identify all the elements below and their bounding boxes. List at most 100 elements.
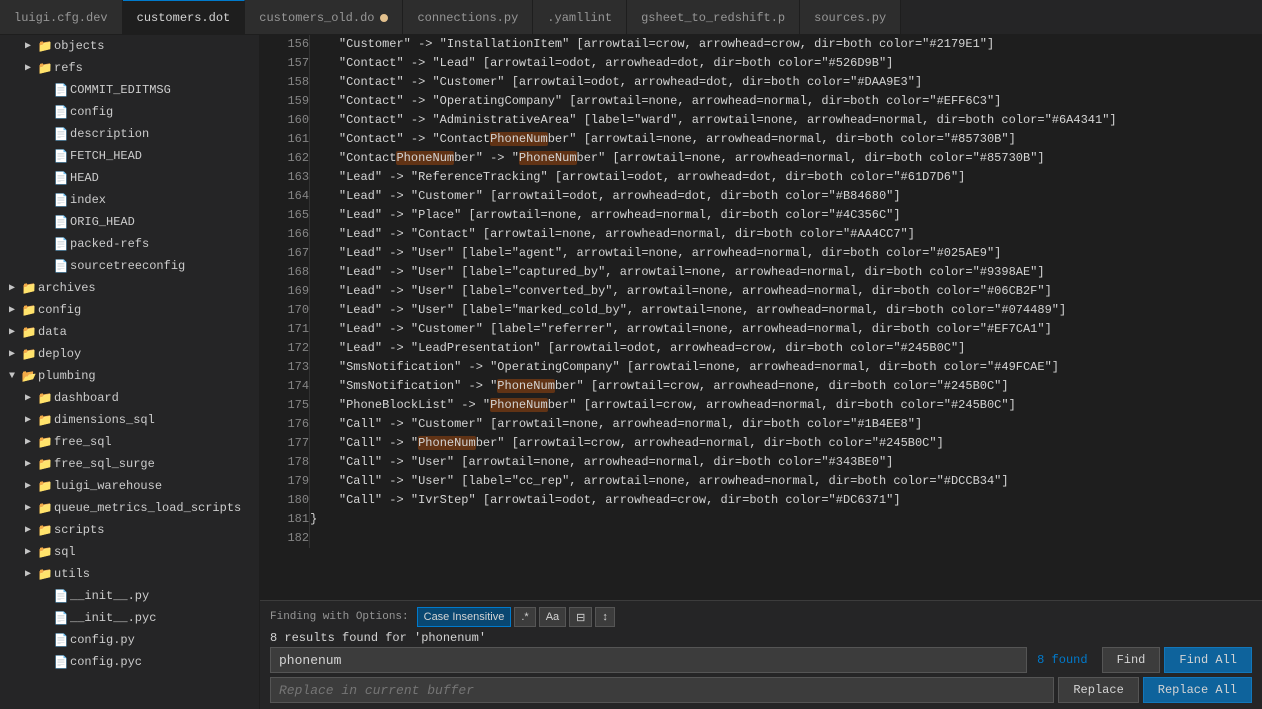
file-icon: 📄 [52,83,70,98]
sidebar-item-fetch-head[interactable]: 📄 FETCH_HEAD [0,145,259,167]
sidebar-item-packed-refs[interactable]: 📄 packed-refs [0,233,259,255]
line-number: 161 [260,130,310,149]
sidebar-item-config-pyc[interactable]: 📄 config.pyc [0,651,259,673]
table-row: 177 "Call" -> "PhoneNumber" [arrowtail=c… [260,434,1262,453]
line-content: "SmsNotification" -> "OperatingCompany" … [310,358,1262,377]
table-row: 165 "Lead" -> "Place" [arrowtail=none, a… [260,206,1262,225]
line-content: "Lead" -> "User" [label="converted_by", … [310,282,1262,301]
sidebar-item-label: refs [54,61,83,75]
sidebar-item-data[interactable]: ▶ 📁 data [0,321,259,343]
sidebar-item-commit-editmsg[interactable]: 📄 COMMIT_EDITMSG [0,79,259,101]
sidebar-item-luigi-warehouse[interactable]: ▶ 📁 luigi_warehouse [0,475,259,497]
code-container[interactable]: 156 "Customer" -> "InstallationItem" [ar… [260,35,1262,600]
sidebar-item-objects[interactable]: ▶ 📁 objects [0,35,259,57]
sidebar-item-utils[interactable]: ▶ 📁 utils [0,563,259,585]
folder-icon: 📁 [36,501,54,516]
sidebar-item-orig-head[interactable]: 📄 ORIG_HEAD [0,211,259,233]
sidebar-item-init-py[interactable]: 📄 __init__.py [0,585,259,607]
tab-label: gsheet_to_redshift.p [641,11,785,25]
sidebar-item-head[interactable]: 📄 HEAD [0,167,259,189]
option-whole-btn[interactable]: ⊟ [569,607,592,627]
replace-all-button[interactable]: Replace All [1143,677,1252,703]
sidebar-item-sourcetreeconfig[interactable]: 📄 sourcetreeconfig [0,255,259,277]
sidebar-item-label: sql [54,545,76,559]
line-content: "Lead" -> "Customer" [label="referrer", … [310,320,1262,339]
table-row: 178 "Call" -> "User" [arrowtail=none, ar… [260,453,1262,472]
sidebar-item-index[interactable]: 📄 index [0,189,259,211]
table-row: 182 [260,529,1262,548]
sidebar-item-label: objects [54,39,104,53]
chevron-right-icon: ▶ [20,458,36,470]
sidebar-item-label: HEAD [70,171,99,185]
search-input[interactable] [270,647,1027,673]
sidebar-item-refs[interactable]: ▶ 📁 refs [0,57,259,79]
line-content: "ContactPhoneNumber" -> "PhoneNumber" [a… [310,149,1262,168]
line-content: "Call" -> "Customer" [arrowtail=none, ar… [310,415,1262,434]
replace-input[interactable] [270,677,1054,703]
tab-gsheet[interactable]: gsheet_to_redshift.p [627,0,800,35]
line-number: 170 [260,301,310,320]
line-content: "Call" -> "PhoneNumber" [arrowtail=crow,… [310,434,1262,453]
folder-icon: 📁 [20,325,38,340]
tab-luigi-cfg[interactable]: luigi.cfg.dev [0,0,123,35]
sidebar-item-free-sql-surge[interactable]: ▶ 📁 free_sql_surge [0,453,259,475]
tab-customers-old[interactable]: customers_old.do [245,0,403,35]
tab-sources[interactable]: sources.py [800,0,901,35]
sidebar-item-free-sql[interactable]: ▶ 📁 free_sql [0,431,259,453]
sidebar-item-label: scripts [54,523,104,537]
folder-icon: 📁 [36,523,54,538]
sidebar-item-deploy[interactable]: ▶ 📁 deploy [0,343,259,365]
tab-customers-dot[interactable]: customers.dot [123,0,246,35]
line-content: "Contact" -> "ContactPhoneNumber" [arrow… [310,130,1262,149]
sidebar-item-dashboard[interactable]: ▶ 📁 dashboard [0,387,259,409]
sidebar-item-label: config.pyc [70,655,142,669]
table-row: 172 "Lead" -> "LeadPresentation" [arrowt… [260,339,1262,358]
sidebar-item-config-py[interactable]: 📄 config.py [0,629,259,651]
option-regex-btn[interactable]: .* [514,607,535,627]
line-number: 182 [260,529,310,548]
option-aa-btn[interactable]: Aa [539,607,566,627]
sidebar-item-plumbing[interactable]: ▼ 📂 plumbing [0,365,259,387]
tab-label: customers.dot [137,11,231,25]
file-icon: 📄 [52,259,70,274]
line-number: 156 [260,35,310,54]
folder-icon: 📁 [36,545,54,560]
line-content: "Call" -> "User" [arrowtail=none, arrowh… [310,453,1262,472]
sidebar-item-config-git[interactable]: 📄 config [0,101,259,123]
sidebar-item-description[interactable]: 📄 description [0,123,259,145]
folder-icon: 📁 [36,413,54,428]
line-number: 177 [260,434,310,453]
line-number: 176 [260,415,310,434]
line-content: "Contact" -> "Lead" [arrowtail=odot, arr… [310,54,1262,73]
table-row: 179 "Call" -> "User" [label="cc_rep", ar… [260,472,1262,491]
folder-icon: 📁 [36,39,54,54]
sidebar-item-config[interactable]: ▶ 📁 config [0,299,259,321]
option-wrap-btn[interactable]: ↕ [595,607,615,627]
find-all-button[interactable]: Find All [1164,647,1252,673]
line-content: "PhoneBlockList" -> "PhoneNumber" [arrow… [310,396,1262,415]
chevron-down-icon: ▼ [4,371,20,382]
sidebar-item-scripts[interactable]: ▶ 📁 scripts [0,519,259,541]
sidebar-item-init-pyc[interactable]: 📄 __init__.pyc [0,607,259,629]
tab-yamllint[interactable]: .yamllint [533,0,627,35]
tab-connections[interactable]: connections.py [403,0,533,35]
option-case-btn[interactable]: Case Insensitive [417,607,512,627]
line-number: 169 [260,282,310,301]
table-row: 173 "SmsNotification" -> "OperatingCompa… [260,358,1262,377]
folder-open-icon: 📂 [20,369,38,384]
chevron-right-icon: ▶ [20,524,36,536]
table-row: 175 "PhoneBlockList" -> "PhoneNumber" [a… [260,396,1262,415]
sidebar-item-dimensions-sql[interactable]: ▶ 📁 dimensions_sql [0,409,259,431]
sidebar-item-label: index [70,193,106,207]
sidebar-item-label: luigi_warehouse [54,479,162,493]
sidebar-item-sql[interactable]: ▶ 📁 sql [0,541,259,563]
chevron-right-icon: ▶ [20,62,36,74]
find-button[interactable]: Find [1102,647,1161,673]
replace-button[interactable]: Replace [1058,677,1138,703]
table-row: 162 "ContactPhoneNumber" -> "PhoneNumber… [260,149,1262,168]
line-number: 180 [260,491,310,510]
sidebar-item-archives[interactable]: ▶ 📁 archives [0,277,259,299]
line-number: 160 [260,111,310,130]
sidebar-item-queue-metrics[interactable]: ▶ 📁 queue_metrics_load_scripts [0,497,259,519]
file-icon: 📄 [52,655,70,670]
